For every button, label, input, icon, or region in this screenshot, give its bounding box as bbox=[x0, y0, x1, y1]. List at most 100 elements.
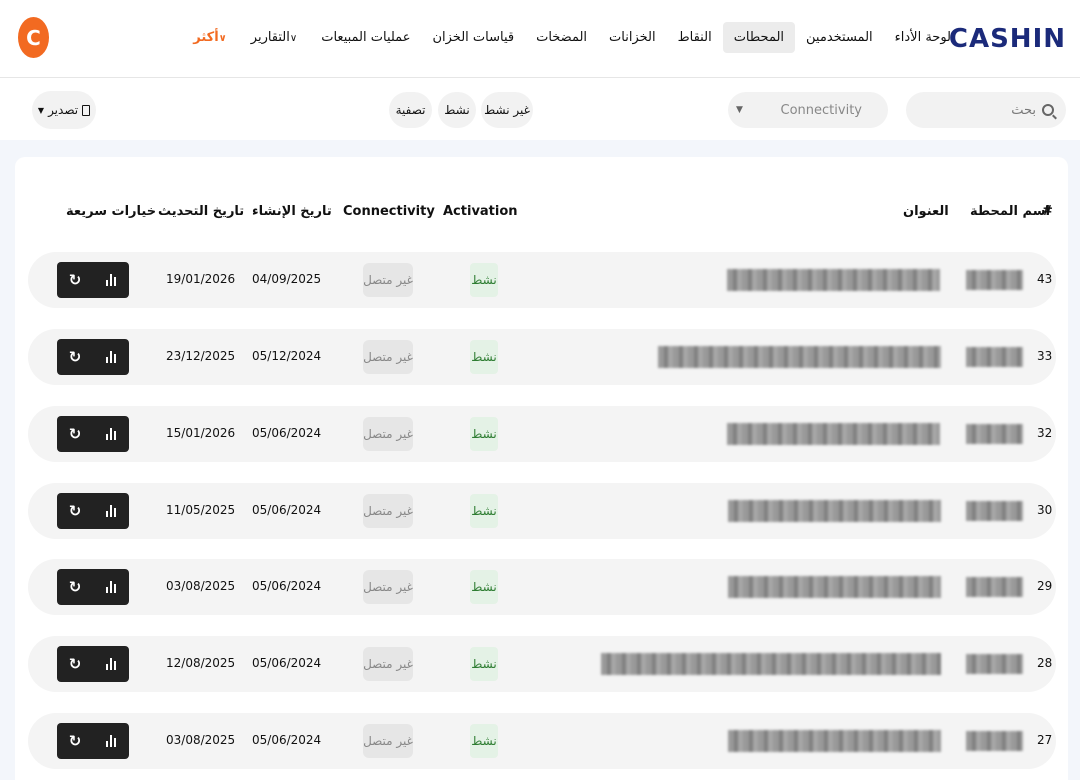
nav-more[interactable]: أكثر∨ bbox=[182, 22, 240, 53]
filter-bar: بحث ▼ Connectivity غير نشط نشط تصفية ▼ ت… bbox=[0, 78, 1080, 140]
bar-chart-icon bbox=[106, 274, 116, 286]
nav-tank-gauges[interactable]: قياسات الخزان bbox=[421, 22, 525, 53]
bar-chart-icon bbox=[106, 505, 116, 517]
stats-button[interactable] bbox=[93, 493, 129, 529]
connectivity-status-badge: غير متصل bbox=[363, 340, 413, 374]
row-index: 28 bbox=[1037, 656, 1053, 670]
search-placeholder: بحث bbox=[1011, 102, 1036, 118]
row-index: 43 bbox=[1037, 272, 1053, 286]
col-header-quick-options: خيارات سريعة bbox=[66, 204, 157, 219]
stats-button[interactable] bbox=[93, 569, 129, 605]
bar-chart-icon bbox=[106, 581, 116, 593]
created-date: 05/06/2024 bbox=[252, 503, 322, 517]
station-name-redacted bbox=[966, 577, 1023, 597]
station-name-redacted bbox=[966, 347, 1023, 367]
station-name-redacted bbox=[966, 501, 1023, 521]
address-redacted bbox=[601, 653, 941, 675]
station-name-redacted bbox=[966, 731, 1023, 751]
stats-button[interactable] bbox=[93, 339, 129, 375]
filter-chip-active[interactable]: نشط bbox=[438, 92, 476, 128]
nav-pumps[interactable]: المضخات bbox=[525, 22, 598, 53]
export-button[interactable]: ▼ تصدير bbox=[32, 91, 96, 129]
connectivity-status-badge: غير متصل bbox=[363, 494, 413, 528]
activation-status-badge: نشط bbox=[470, 724, 498, 758]
stats-button[interactable] bbox=[93, 723, 129, 759]
refresh-button[interactable]: ↻ bbox=[57, 339, 93, 375]
connectivity-select[interactable]: ▼ Connectivity bbox=[728, 92, 888, 128]
refresh-icon: ↻ bbox=[68, 731, 82, 750]
stats-button[interactable] bbox=[93, 416, 129, 452]
nav-dashboard[interactable]: لوحة الأداء bbox=[884, 22, 962, 53]
connectivity-status-badge: غير متصل bbox=[363, 417, 413, 451]
created-date: 05/06/2024 bbox=[252, 733, 322, 747]
nav-reports-label: التقارير bbox=[250, 29, 290, 45]
connectivity-status-badge: غير متصل bbox=[363, 724, 413, 758]
station-name-redacted bbox=[966, 654, 1023, 674]
address-redacted bbox=[727, 423, 940, 445]
col-header-connectivity: Connectivity bbox=[343, 204, 435, 219]
activation-status-badge: نشط bbox=[470, 340, 498, 374]
row-index: 27 bbox=[1037, 733, 1053, 747]
refresh-button[interactable]: ↻ bbox=[57, 723, 93, 759]
brand-badge-icon[interactable]: C bbox=[18, 17, 49, 58]
refresh-icon: ↻ bbox=[68, 347, 82, 366]
col-header-activation: Activation bbox=[443, 204, 518, 219]
refresh-button[interactable]: ↻ bbox=[57, 493, 93, 529]
nav-sales-ops[interactable]: عمليات المبيعات bbox=[310, 22, 421, 53]
address-redacted bbox=[728, 730, 941, 752]
bar-chart-icon bbox=[106, 658, 116, 670]
refresh-icon: ↻ bbox=[68, 424, 82, 443]
filter-chip-inactive[interactable]: غير نشط bbox=[481, 92, 533, 128]
connectivity-status-badge: غير متصل bbox=[363, 570, 413, 604]
search-icon bbox=[1042, 104, 1054, 116]
col-header-created: تاريخ الإنشاء bbox=[252, 204, 332, 219]
refresh-button[interactable]: ↻ bbox=[57, 646, 93, 682]
col-header-updated: تاريخ التحديث bbox=[158, 204, 245, 219]
nav-points[interactable]: النقاط bbox=[667, 22, 723, 53]
col-header-address: العنوان bbox=[903, 204, 949, 219]
refresh-icon: ↻ bbox=[68, 270, 82, 289]
stats-button[interactable] bbox=[93, 646, 129, 682]
chevron-down-icon: ▼ bbox=[736, 105, 743, 115]
nav-tanks[interactable]: الخزانات bbox=[598, 22, 667, 53]
nav-stations[interactable]: المحطات bbox=[722, 21, 796, 53]
refresh-button[interactable]: ↻ bbox=[57, 262, 93, 298]
bar-chart-icon bbox=[106, 428, 116, 440]
top-navbar: CASHIN لوحة الأداء المستخدمين المحطات ال… bbox=[0, 0, 1080, 78]
filter-button[interactable]: تصفية bbox=[389, 92, 432, 128]
station-name-redacted bbox=[966, 270, 1023, 290]
nav-more-label: أكثر bbox=[193, 29, 219, 45]
nav-reports[interactable]: التقارير∨ bbox=[240, 22, 310, 53]
col-header-name: اسم المحطة bbox=[970, 204, 1050, 219]
refresh-icon: ↻ bbox=[68, 577, 82, 596]
updated-date: 19/01/2026 bbox=[166, 272, 236, 286]
updated-date: 23/12/2025 bbox=[166, 349, 236, 363]
address-redacted bbox=[728, 576, 941, 598]
activation-status-badge: نشط bbox=[470, 417, 498, 451]
refresh-button[interactable]: ↻ bbox=[57, 416, 93, 452]
station-name-redacted bbox=[966, 424, 1023, 444]
brand-badge-letter: C bbox=[26, 25, 41, 50]
created-date: 05/06/2024 bbox=[252, 579, 322, 593]
row-index: 29 bbox=[1037, 579, 1053, 593]
connectivity-status-badge: غير متصل bbox=[363, 647, 413, 681]
address-redacted bbox=[727, 269, 940, 291]
created-date: 04/09/2025 bbox=[252, 272, 322, 286]
row-index: 33 bbox=[1037, 349, 1053, 363]
created-date: 05/06/2024 bbox=[252, 426, 322, 440]
cashin-logo[interactable]: CASHIN bbox=[949, 24, 1066, 54]
nav-users[interactable]: المستخدمين bbox=[795, 22, 884, 53]
export-label: تصدير bbox=[48, 103, 79, 117]
caret-down-icon: ▼ bbox=[37, 105, 45, 115]
activation-status-badge: نشط bbox=[470, 494, 498, 528]
stats-button[interactable] bbox=[93, 262, 129, 298]
refresh-button[interactable]: ↻ bbox=[57, 569, 93, 605]
activation-status-badge: نشط bbox=[470, 263, 498, 297]
refresh-icon: ↻ bbox=[68, 501, 82, 520]
updated-date: 11/05/2025 bbox=[166, 503, 236, 517]
row-index: 32 bbox=[1037, 426, 1053, 440]
chevron-down-icon: ∨ bbox=[289, 32, 298, 44]
chevron-down-icon: ∨ bbox=[218, 32, 227, 44]
connectivity-placeholder: Connectivity bbox=[780, 102, 862, 118]
search-input[interactable]: بحث bbox=[906, 92, 1066, 128]
